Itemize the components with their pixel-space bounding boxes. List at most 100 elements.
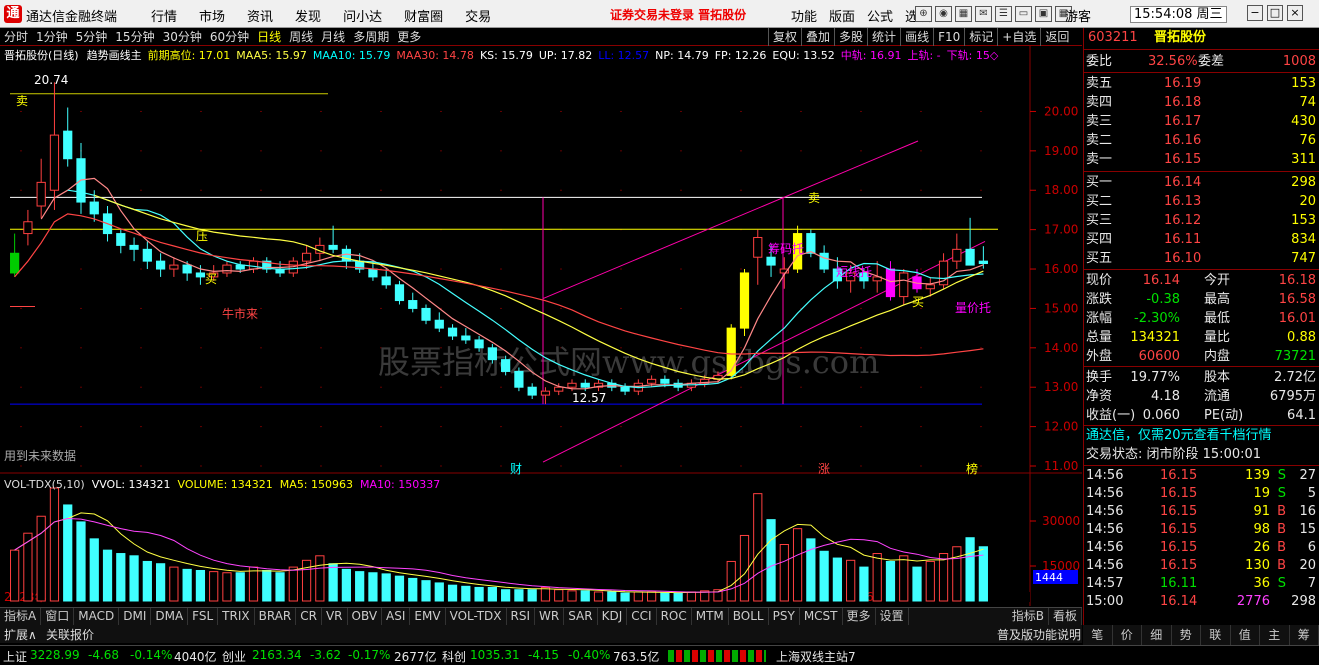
right-menu-item-2[interactable]: 公式 [861,6,899,25]
kline-chart[interactable]: 20.00 19.00 18.00 17.00 16.00 15.00 14.00 13.00… [0,46,1082,610]
volume-indicator-value: MA10: 150337 [360,478,441,491]
indicator-tab-10[interactable]: OBV [348,608,383,625]
quote-cell: 36 [1253,576,1270,591]
indicator-tab-0[interactable]: 指标A [0,608,42,625]
period-tab-7[interactable]: 周线 [285,28,317,45]
indicator-tab-14[interactable]: RSI [507,608,536,625]
menu-item-2[interactable]: 资讯 [236,6,284,25]
period-tab-6[interactable]: 日线 [253,28,285,45]
quote-tab-7[interactable]: 筹 [1290,625,1319,645]
indicator-tab-13[interactable]: VOL-TDX [446,608,507,625]
quote-tab-5[interactable]: 值 [1231,625,1260,645]
menu-item-1[interactable]: 市场 [188,6,236,25]
chart-tool-2[interactable]: 多股 [834,28,867,46]
right-menu-item-0[interactable]: 功能 [785,6,823,25]
app-logo-icon: 通 [4,5,22,23]
chart-tool-6[interactable]: 标记 [964,28,997,46]
guest-label[interactable]: 游客 [1065,6,1091,25]
indicator-tab-8[interactable]: CR [296,608,322,625]
period-tab-4[interactable]: 30分钟 [159,28,206,45]
related-quotes-button[interactable]: 关联报价 [46,626,94,643]
volume-bar [846,559,856,602]
indicator-tab-12[interactable]: EMV [410,608,446,625]
indicator-tab-17[interactable]: KDJ [598,608,628,625]
indicator-info-line: 晋拓股份(日线) 趋势画线主 前期高位: 17.01 MAA5: 15.97 MAA10… [4,47,1004,63]
indicator-tab-11[interactable]: ASI [382,608,411,625]
volume-bar [381,573,391,602]
quote-tab-0[interactable]: 笔 [1083,625,1113,645]
period-tab-0[interactable]: 分时 [0,28,32,45]
indicator-tab-19[interactable]: ROC [657,608,692,625]
chart-tool-0[interactable]: 复权 [768,28,801,46]
indicator-tab-3[interactable]: DMI [119,608,152,625]
chart-tool-3[interactable]: 统计 [867,28,900,46]
server-label[interactable]: 上海双线主站7 [776,648,856,665]
price-tick-label: 20.00 [1044,104,1078,118]
period-tab-9[interactable]: 多周期 [349,28,393,45]
volume-bar [527,589,537,602]
period-tab-3[interactable]: 15分钟 [111,28,158,45]
close-icon[interactable]: × [1287,5,1303,21]
period-tab-8[interactable]: 月线 [317,28,349,45]
login-warning[interactable]: 证券交易未登录 晋拓股份 [610,6,746,23]
indicator-tab-2[interactable]: MACD [74,608,120,625]
indicator-name[interactable]: 趋势画线主 [87,49,142,62]
clock: 15:54:08 周三 [1130,6,1227,23]
monitor-icon[interactable]: ▣ [1035,6,1052,22]
candle-body [195,272,206,278]
lock-icon[interactable]: ⊕ [915,6,932,22]
menu-item-4[interactable]: 问小达 [332,6,393,25]
quote-tab-1[interactable]: 价 [1113,625,1142,645]
grid-icon[interactable]: ▦ [955,6,972,22]
chat-icon[interactable]: ☰ [995,6,1012,22]
indicator-tab-5[interactable]: FSL [188,608,219,625]
indicator-tab-22[interactable]: PSY [769,608,800,625]
menu-item-5[interactable]: 财富圈 [393,6,454,25]
period-tab-10[interactable]: 更多 [393,28,425,45]
quote-cell: 16.15 [1160,486,1198,501]
eye-icon[interactable]: ◉ [935,6,952,22]
indicator-tab-4[interactable]: DMA [151,608,189,625]
maximize-icon[interactable]: □ [1267,5,1283,21]
indicator-tab-9[interactable]: VR [322,608,348,625]
indicator-tab-6[interactable]: TRIX [218,608,255,625]
indicator-tab-15[interactable]: WR [535,608,565,625]
menu-item-3[interactable]: 发现 [284,6,332,25]
index-kc-label[interactable]: 科创 [442,648,466,665]
indicator-tab-23[interactable]: MCST [800,608,843,625]
indicator-tab-25[interactable]: 设置 [876,608,909,625]
indicator-tab-right-1[interactable]: 看板 [1049,608,1082,625]
window-icon[interactable]: ▭ [1015,6,1032,22]
indicator-tab-20[interactable]: MTM [692,608,729,625]
help-link[interactable]: 普及版功能说明 [997,626,1081,643]
indicator-tab-7[interactable]: BRAR [255,608,297,625]
mail-icon[interactable]: ✉ [975,6,992,22]
quote-tab-2[interactable]: 细 [1142,625,1172,645]
minimize-icon[interactable]: − [1247,5,1263,21]
promo-row[interactable]: 通达信，仅需20元查看千档行情 [1084,426,1319,445]
chart-tool-1[interactable]: 叠加 [801,28,834,46]
chart-tool-7[interactable]: +自选 [997,28,1040,46]
quote-cell: 14:56 [1086,522,1124,537]
period-tab-5[interactable]: 60分钟 [206,28,253,45]
period-tab-1[interactable]: 1分钟 [32,28,72,45]
chart-tool-4[interactable]: 画线 [900,28,933,46]
right-menu-item-1[interactable]: 版面 [823,6,861,25]
indicator-tab-24[interactable]: 更多 [843,608,876,625]
indicator-tab-21[interactable]: BOLL [729,608,769,625]
indicator-tab-16[interactable]: SAR [564,608,598,625]
menu-item-0[interactable]: 行情 [140,6,188,25]
quote-tab-3[interactable]: 势 [1172,625,1201,645]
indicator-tab-right-0[interactable]: 指标B [1008,608,1049,625]
chart-tool-5[interactable]: F10 [933,28,964,46]
indicator-tab-18[interactable]: CCI [627,608,657,625]
expand-button[interactable]: 扩展∧ [4,626,37,643]
chart-tool-8[interactable]: 返回 [1040,28,1073,46]
quote-tab-4[interactable]: 联 [1201,625,1231,645]
indicator-tab-1[interactable]: 窗口 [41,608,75,625]
quote-tab-6[interactable]: 主 [1260,625,1290,645]
index-sh-label[interactable]: 上证 [3,648,27,665]
period-tab-2[interactable]: 5分钟 [72,28,112,45]
index-cy-label[interactable]: 创业 [222,648,246,665]
menu-item-6[interactable]: 交易 [454,6,502,25]
